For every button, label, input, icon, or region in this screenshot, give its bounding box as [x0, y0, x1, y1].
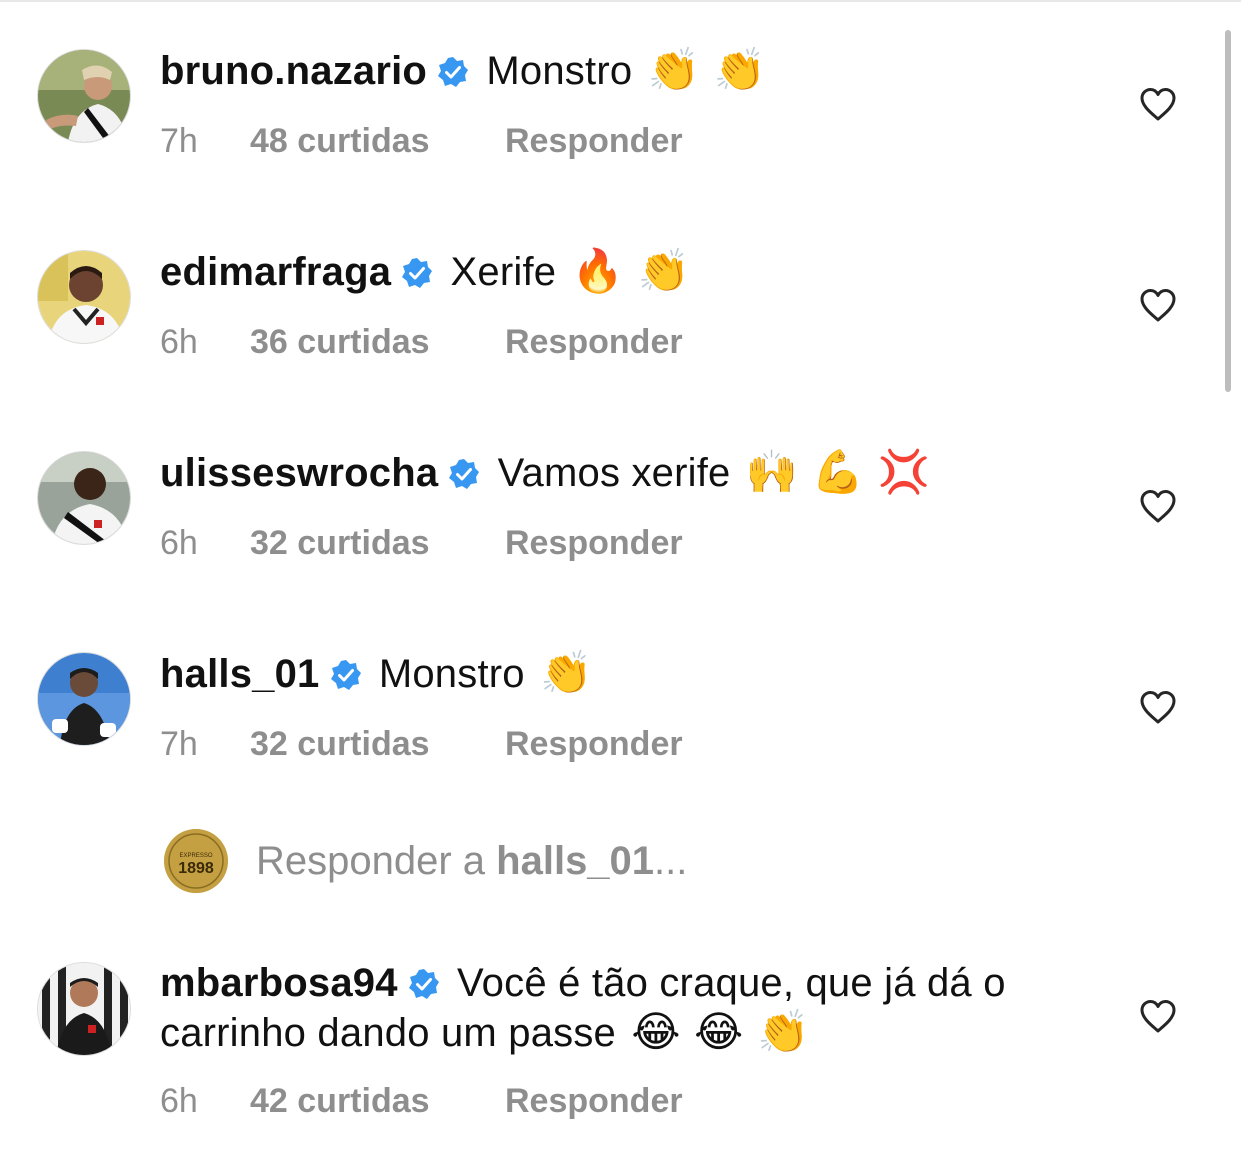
comment-text-line2: carrinho dando um passe — [160, 1011, 616, 1055]
comment-emojis: 👏 — [540, 648, 593, 697]
verified-badge-icon — [448, 458, 480, 490]
comment-time: 6h — [160, 524, 198, 562]
comment-text: Você é tão craque, que já dá o — [457, 961, 1006, 1005]
comment-username[interactable]: halls_01 — [160, 652, 320, 696]
reply-button[interactable]: Responder — [505, 1082, 683, 1121]
reply-prefix: Responder a — [256, 839, 497, 883]
comment-likes-count[interactable]: 32 curtidas — [250, 524, 505, 563]
reply-suffix: ... — [654, 839, 688, 883]
comment-likes-count[interactable]: 48 curtidas — [250, 122, 505, 161]
comment-text: Xerife — [450, 250, 557, 294]
comment-likes-count[interactable]: 32 curtidas — [250, 725, 505, 764]
reply-target-username: halls_01 — [496, 839, 655, 883]
scrollbar[interactable] — [1225, 30, 1231, 392]
avatar[interactable] — [38, 251, 130, 343]
comments-screen: bruno.nazario Monstro 👏 👏 7h 48 curtidas R… — [0, 0, 1241, 1157]
verified-badge-icon — [330, 659, 362, 691]
heart-outline-icon[interactable] — [1139, 288, 1177, 322]
comment-emojis: 👏 👏 — [647, 45, 767, 94]
comment-emojis: 🔥 👏 — [571, 246, 691, 295]
avatar-logo-main-text: 1898 — [178, 860, 214, 877]
comment-emojis: 😂 😂 👏 — [631, 1007, 810, 1056]
comment-time: 6h — [160, 1082, 198, 1120]
avatar[interactable] — [38, 452, 130, 544]
avatar[interactable] — [38, 963, 130, 1055]
comment-username[interactable]: ulisseswrocha — [160, 451, 438, 495]
avatar[interactable] — [38, 653, 130, 745]
avatar-logo-top-text: EXPRESSO — [179, 853, 212, 859]
comment-username[interactable]: mbarbosa94 — [160, 961, 398, 1005]
heart-outline-icon[interactable] — [1139, 87, 1177, 121]
comment-time: 6h — [160, 323, 198, 361]
comment-text: Vamos xerife — [497, 451, 731, 495]
comment-meta: 7h 48 curtidas Responder — [160, 122, 683, 161]
comment-likes-count[interactable]: 36 curtidas — [250, 323, 505, 362]
heart-outline-icon[interactable] — [1139, 999, 1177, 1033]
reply-composer[interactable]: EXPRESSO 1898 Responder a halls_01... — [0, 829, 1241, 899]
reply-input-placeholder[interactable]: Responder a halls_01... — [256, 837, 687, 885]
avatar: EXPRESSO 1898 — [164, 829, 228, 893]
comment-meta: 6h 32 curtidas Responder — [160, 524, 683, 563]
avatar[interactable] — [38, 50, 130, 142]
heart-outline-icon[interactable] — [1139, 489, 1177, 523]
comment-username[interactable]: edimarfraga — [160, 250, 391, 294]
comment-meta: 6h 36 curtidas Responder — [160, 323, 683, 362]
comment-username[interactable]: bruno.nazario — [160, 49, 427, 93]
reply-button[interactable]: Responder — [505, 725, 683, 764]
reply-button[interactable]: Responder — [505, 122, 683, 161]
comment-meta: 6h 42 curtidas Responder — [160, 1082, 683, 1121]
comment-meta: 7h 32 curtidas Responder — [160, 725, 683, 764]
verified-badge-icon — [401, 257, 433, 289]
comment-time: 7h — [160, 122, 198, 160]
comment-text: Monstro — [486, 49, 633, 93]
comment-text: Monstro — [378, 652, 525, 696]
comment-emojis: 🙌 💪 💢 — [745, 447, 931, 496]
reply-button[interactable]: Responder — [505, 524, 683, 563]
heart-outline-icon[interactable] — [1139, 690, 1177, 724]
verified-badge-icon — [437, 56, 469, 88]
verified-badge-icon — [408, 968, 440, 1000]
comment-time: 7h — [160, 725, 198, 763]
reply-button[interactable]: Responder — [505, 323, 683, 362]
comment-likes-count[interactable]: 42 curtidas — [250, 1082, 505, 1121]
